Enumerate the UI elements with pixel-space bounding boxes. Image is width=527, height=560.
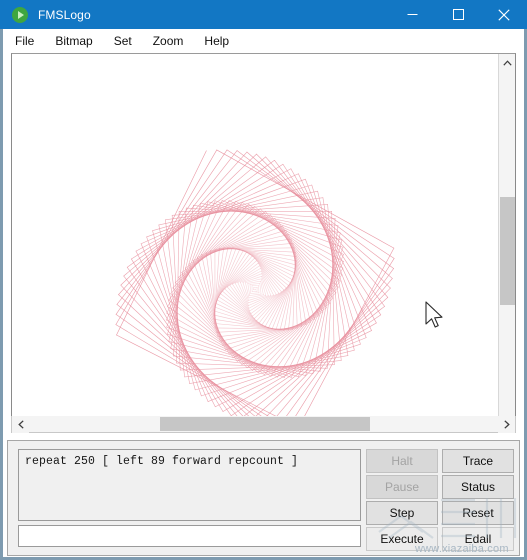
- canvas-horizontal-scrollbar[interactable]: [11, 416, 516, 433]
- scroll-up-icon[interactable]: [499, 54, 515, 71]
- scroll-right-icon[interactable]: [498, 416, 515, 433]
- title-bar: FMSLogo: [0, 0, 527, 29]
- fmslogo-window: FMSLogo File Bitmap Set Zoom Help repeat…: [0, 0, 527, 560]
- canvas-horizontal-scroll-thumb[interactable]: [160, 417, 370, 431]
- menu-item-bitmap[interactable]: Bitmap: [55, 34, 92, 48]
- maximize-button[interactable]: [435, 0, 481, 29]
- command-input[interactable]: [18, 525, 361, 547]
- pause-button[interactable]: Pause: [366, 475, 438, 499]
- app-logo-icon: [12, 6, 28, 23]
- commander-buttons: Halt Trace Pause Status Step Reset Execu…: [366, 449, 514, 551]
- menu-item-file[interactable]: File: [15, 34, 34, 48]
- menu-item-set[interactable]: Set: [114, 34, 132, 48]
- trace-button[interactable]: Trace: [442, 449, 514, 473]
- window-controls: [389, 0, 527, 29]
- command-history[interactable]: repeat 250 [ left 89 forward repcount ]: [18, 449, 361, 521]
- menu-item-help[interactable]: Help: [204, 34, 229, 48]
- minimize-button[interactable]: [389, 0, 435, 29]
- scroll-left-icon[interactable]: [12, 416, 29, 433]
- execute-button[interactable]: Execute: [366, 527, 438, 551]
- edall-button[interactable]: Edall: [442, 527, 514, 551]
- menu-item-zoom[interactable]: Zoom: [153, 34, 184, 48]
- window-title: FMSLogo: [38, 7, 91, 22]
- commander-panel: repeat 250 [ left 89 forward repcount ] …: [7, 440, 520, 556]
- step-button[interactable]: Step: [366, 501, 438, 525]
- turtle-graphics-area[interactable]: [11, 53, 516, 430]
- turtle-drawing: [12, 54, 498, 429]
- maximize-icon: [452, 9, 464, 20]
- status-button[interactable]: Status: [442, 475, 514, 499]
- canvas-vertical-scroll-thumb[interactable]: [500, 197, 515, 305]
- halt-button[interactable]: Halt: [366, 449, 438, 473]
- close-icon: [498, 8, 510, 21]
- command-history-line: repeat 250 [ left 89 forward repcount ]: [25, 455, 299, 468]
- menu-bar: File Bitmap Set Zoom Help: [3, 29, 524, 53]
- close-button[interactable]: [481, 0, 527, 29]
- canvas-vertical-scrollbar[interactable]: [498, 54, 515, 429]
- minimize-icon: [407, 14, 417, 15]
- reset-button[interactable]: Reset: [442, 501, 514, 525]
